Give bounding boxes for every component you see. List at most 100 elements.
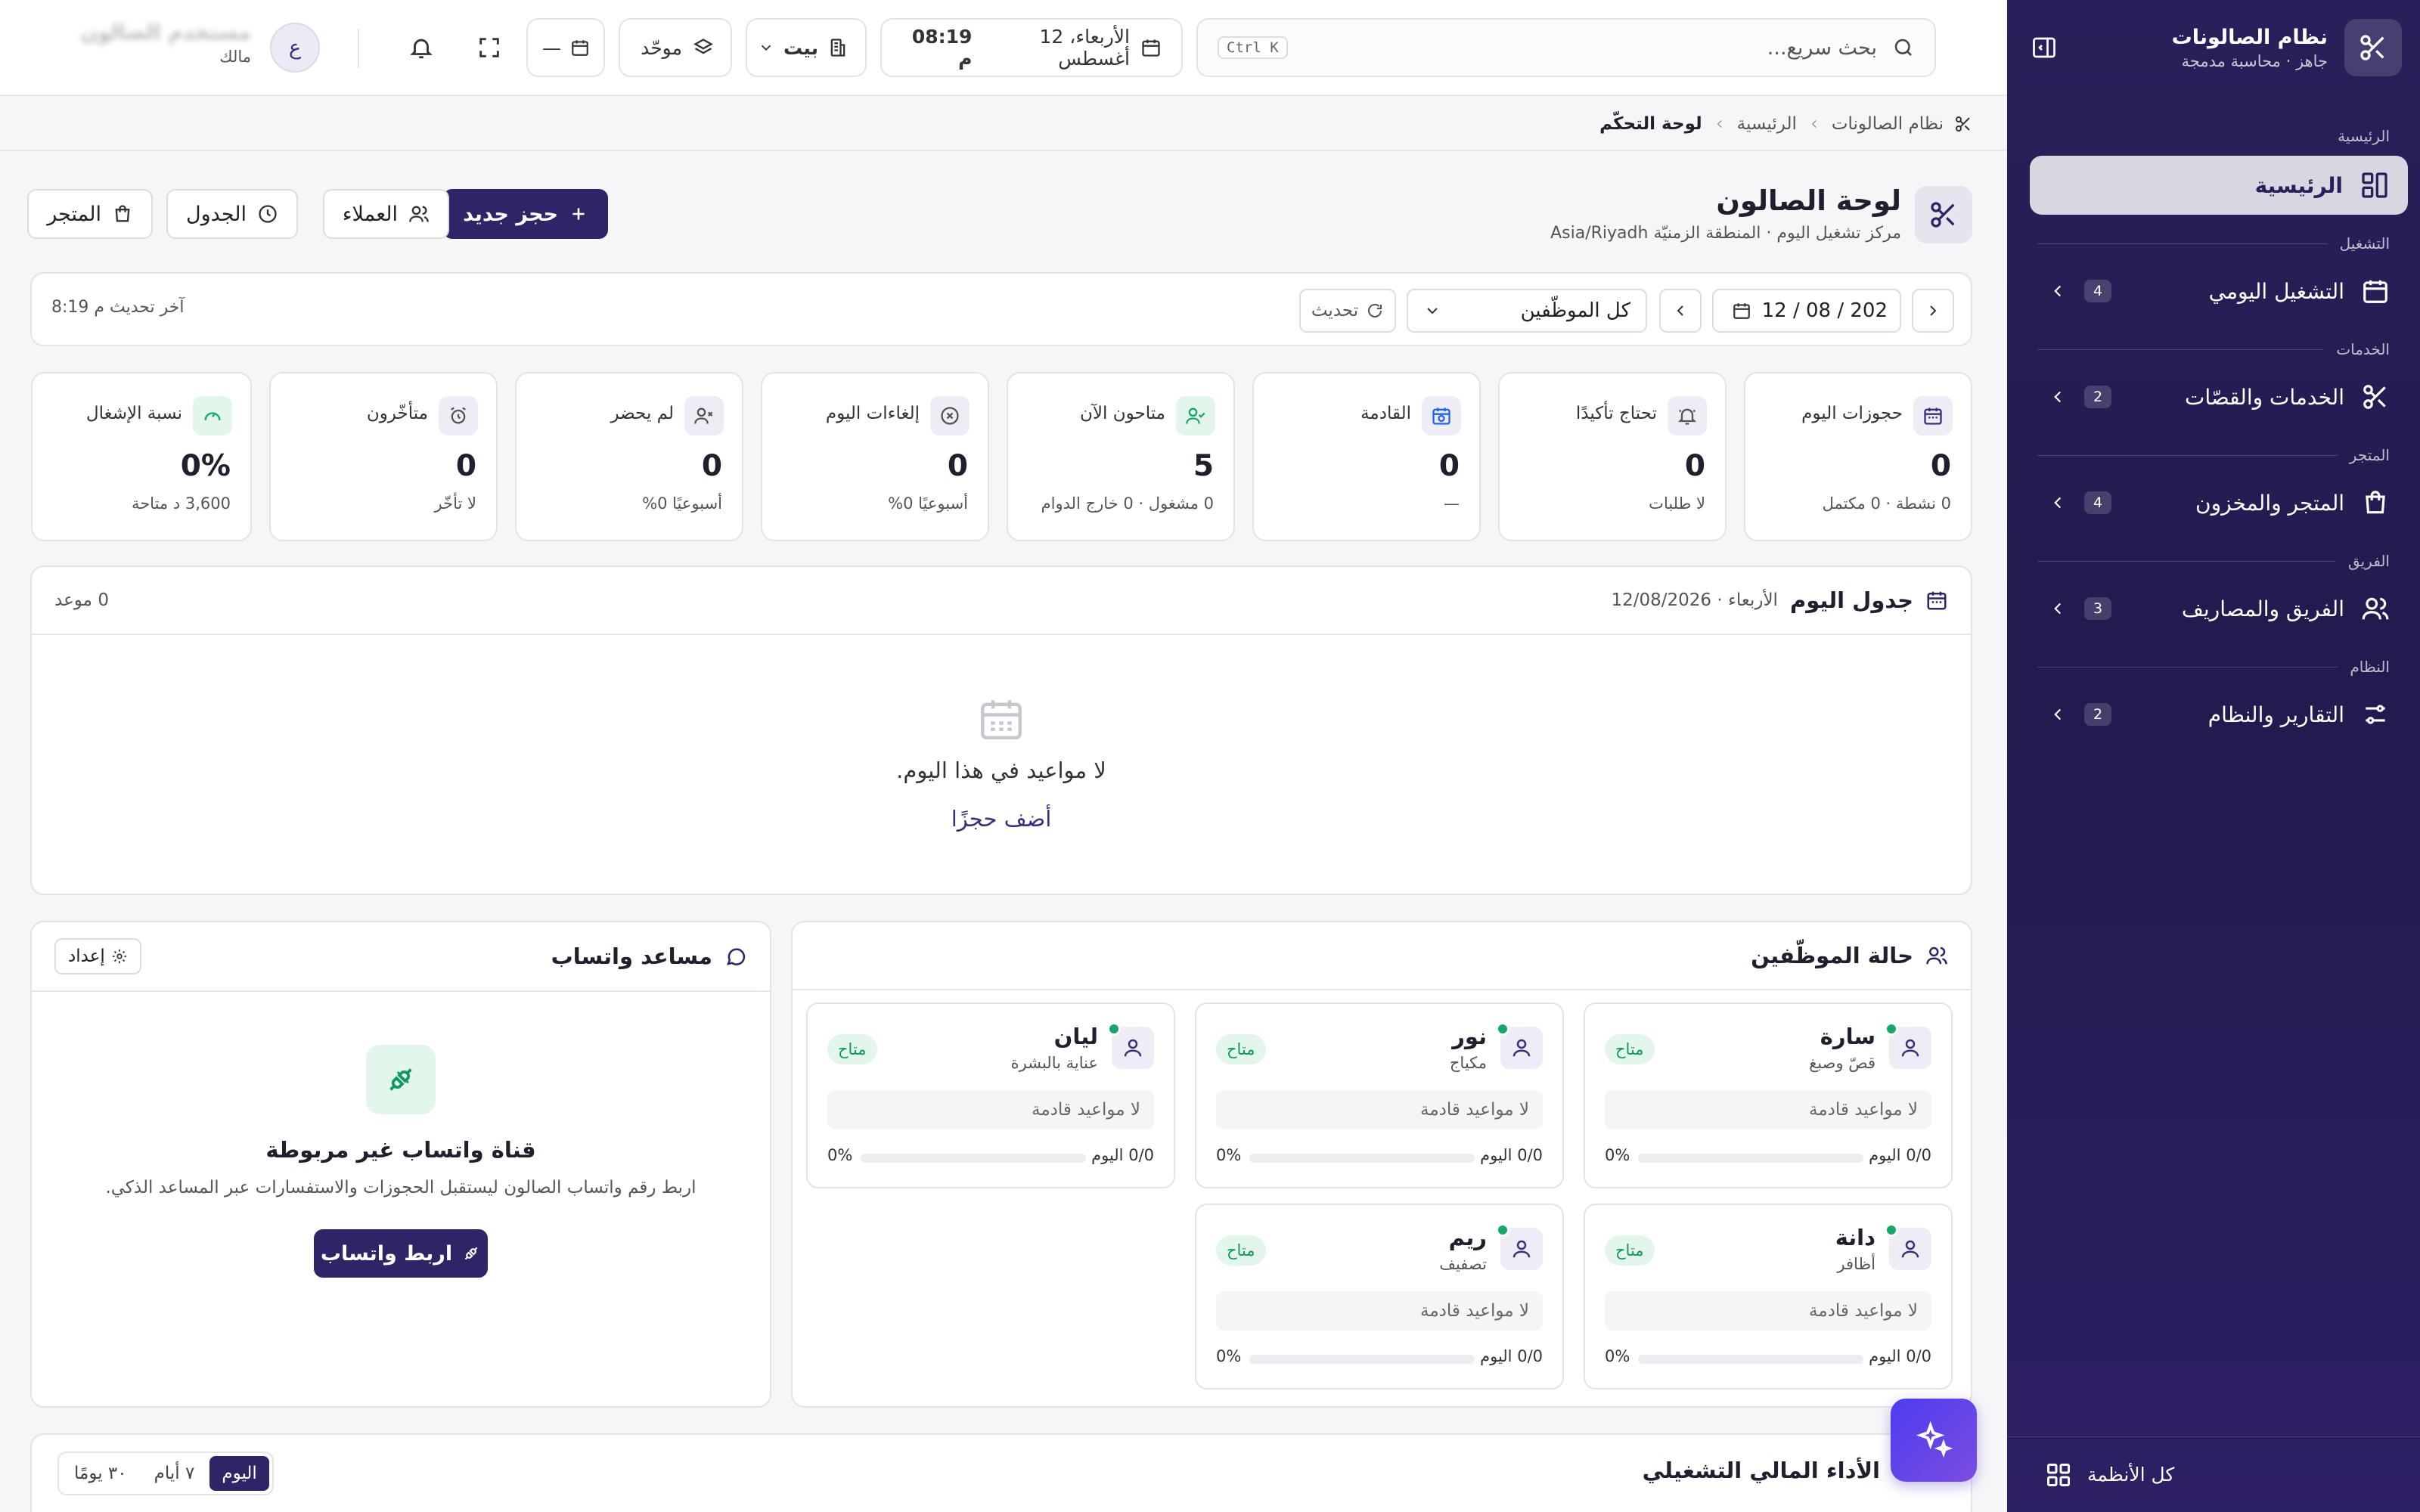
stat-card-cancellations[interactable]: إلغاءات اليوم 0 أسبوعيًا 0% — [761, 372, 989, 541]
staff-card[interactable]: سارة قصّ وصبغ متاح لا مواعيد قادمة 0/0 ا… — [1584, 1002, 1953, 1188]
sidebar-section-store: المتجر — [2349, 446, 2390, 464]
upcoming-appointments: لا مواعيد قادمة — [827, 1090, 1154, 1129]
whatsapp-setup-button[interactable]: إعداد — [54, 938, 141, 974]
stat-card-no-show[interactable]: لم يحضر 0 أسبوعيًا 0% — [515, 372, 743, 541]
staff-role: أظافر — [1837, 1255, 1876, 1273]
view-mode-label: موحّد — [641, 36, 682, 59]
previous-day-button[interactable] — [1912, 289, 1954, 333]
chevron-left-icon — [1671, 302, 1689, 320]
staff-status-panel: حالة الموظّفين سارة قصّ وصبغ متاح لا موا… — [791, 921, 1972, 1408]
avatar[interactable]: ع — [270, 23, 320, 73]
gauge-icon — [193, 396, 232, 435]
calendar-icon — [1140, 37, 1162, 58]
search-input[interactable]: بحث سريع... — [1303, 36, 1877, 60]
breadcrumb-item-home[interactable]: الرئيسية — [1737, 114, 1797, 134]
sidebar-item-services[interactable]: الخدمات والقصّات 2 — [2030, 367, 2408, 426]
clients-button[interactable]: العملاء — [322, 189, 449, 239]
calendar-icon — [1732, 301, 1751, 321]
stat-card-available-now[interactable]: متاحون الآن 5 0 مشغول · 0 خارج الدوام — [1007, 372, 1235, 541]
sparkles-icon — [1914, 1421, 1953, 1460]
status-badge: متاح — [1605, 1235, 1655, 1266]
stat-label: حجوزات اليوم — [1801, 404, 1903, 423]
appointments-count: 0/0 اليوم — [1480, 1146, 1543, 1164]
next-day-button[interactable] — [1659, 289, 1702, 333]
stat-card-late[interactable]: متأخّرون 0 لا تأخّر — [269, 372, 498, 541]
tab-7-days[interactable]: ٧ أيام — [142, 1456, 207, 1491]
calendar-picker[interactable]: — — [526, 18, 605, 77]
fullscreen-button[interactable] — [464, 23, 514, 73]
empty-state-text: لا مواعيد في هذا اليوم. — [896, 758, 1106, 783]
bell-icon — [408, 35, 434, 60]
staff-card[interactable]: ريم تصفيف متاح لا مواعيد قادمة 0/0 اليوم… — [1195, 1204, 1564, 1390]
stat-card-today-bookings[interactable]: حجوزات اليوم 0 0 نشطة · 0 مكتمل — [1744, 372, 1972, 541]
branch-label: بيت — [783, 36, 818, 59]
sidebar-section-system: النظام — [2350, 658, 2390, 676]
staff-card[interactable]: نور مكياج متاح لا مواعيد قادمة 0/0 اليوم… — [1195, 1002, 1564, 1188]
financial-performance-title: الأداء المالي التشغيلي — [1642, 1458, 1880, 1483]
stat-card-upcoming[interactable]: القادمة 0 — — [1252, 372, 1481, 541]
status-badge: متاح — [1216, 1235, 1266, 1266]
tab-today[interactable]: اليوم — [209, 1456, 269, 1491]
user-info[interactable]: مستخدم الصالون مالك — [80, 21, 251, 66]
all-systems-link[interactable]: كل الأنظمة — [2007, 1436, 2420, 1512]
schedule-label: الجدول — [186, 202, 247, 226]
staff-filter-select[interactable]: كل الموظّفين — [1407, 289, 1647, 333]
sidebar-item-store[interactable]: المتجر والمخزون 4 — [2030, 473, 2408, 532]
stat-value: 0 — [947, 449, 968, 483]
today-schedule-panel: جدول اليوم الأربعاء · 12/08/2026 0 موعد … — [30, 565, 1972, 895]
staff-card[interactable]: دانة أظافر متاح لا مواعيد قادمة 0/0 اليو… — [1584, 1204, 1953, 1390]
filter-bar: 12 / 08 / 202 كل الموظّفين تحديث آخر تحد… — [30, 272, 1972, 346]
chevron-down-icon — [758, 39, 774, 56]
search-box[interactable]: بحث سريع... Ctrl K — [1196, 18, 1936, 77]
schedule-count: 0 موعد — [54, 590, 109, 610]
branch-selector[interactable]: بيت — [746, 18, 867, 77]
new-booking-button[interactable]: حجز جديد — [443, 189, 608, 239]
add-booking-link[interactable]: أضف حجزًا — [32, 806, 1971, 832]
upcoming-appointments: لا مواعيد قادمة — [1605, 1090, 1931, 1129]
user-check-icon — [1176, 396, 1215, 435]
stat-label: لم يحضر — [610, 404, 674, 423]
stat-card-occupancy[interactable]: نسبة الإشغال 0% 3,600 د متاحة — [31, 372, 252, 541]
stat-label: متاحون الآن — [1080, 404, 1165, 423]
staff-role: قصّ وصبغ — [1809, 1054, 1876, 1072]
stat-label: تحتاج تأكيدًا — [1575, 404, 1657, 423]
schedule-title: جدول اليوم — [1789, 587, 1913, 613]
last-update-label: آخر تحديث م 8:19 — [51, 298, 185, 317]
online-indicator — [1496, 1022, 1509, 1036]
tab-30-days[interactable]: ٣٠ يومًا — [62, 1456, 139, 1491]
breadcrumb-item-root[interactable]: نظام الصالونات — [1832, 114, 1944, 134]
staff-role: مكياج — [1449, 1054, 1487, 1072]
store-label: المتجر — [47, 202, 101, 226]
schedule-button[interactable]: الجدول — [166, 189, 298, 239]
stat-value: 0 — [455, 449, 476, 483]
store-button[interactable]: المتجر — [27, 189, 153, 239]
sidebar-item-label: التشغيل اليومي — [2208, 278, 2344, 304]
view-mode-toggle[interactable]: موحّد — [619, 18, 732, 77]
staff-card[interactable]: ليان عناية بالبشرة متاح لا مواعيد قادمة … — [806, 1002, 1175, 1188]
refresh-button[interactable]: تحديث — [1299, 289, 1396, 333]
staff-name: ليان — [1053, 1024, 1098, 1049]
stat-card-needs-confirmation[interactable]: تحتاج تأكيدًا 0 لا طلبات — [1498, 372, 1727, 541]
sidebar-collapse-icon[interactable] — [2025, 29, 2063, 67]
whatsapp-title: مساعد واتساب — [551, 943, 712, 969]
sidebar-item-daily-ops[interactable]: التشغيل اليومي 4 — [2030, 262, 2408, 321]
scissors-logo-icon — [2344, 19, 2402, 76]
stat-subtext: أسبوعيًا 0% — [888, 494, 968, 513]
connect-whatsapp-button[interactable]: اربط واتساب — [314, 1229, 488, 1278]
stat-value: 0% — [180, 449, 231, 483]
sidebar-item-home[interactable]: الرئيسية — [2030, 156, 2408, 215]
chat-bubble-icon — [724, 945, 747, 968]
chevron-left-icon — [1713, 117, 1727, 131]
sidebar-item-label: التقارير والنظام — [2207, 702, 2344, 727]
notifications-button[interactable] — [396, 23, 446, 73]
users-icon — [2361, 594, 2390, 623]
date-input[interactable]: 12 / 08 / 202 — [1712, 289, 1901, 333]
calendar-icon — [570, 38, 590, 57]
stat-label: متأخّرون — [366, 404, 428, 423]
page-title: لوحة الصالون — [1716, 184, 1901, 217]
staff-percentage: 0% — [1216, 1146, 1242, 1164]
sidebar-item-reports[interactable]: التقارير والنظام 2 — [2030, 685, 2408, 744]
ai-assistant-button[interactable] — [1891, 1399, 1977, 1482]
stat-value: 5 — [1193, 449, 1214, 483]
sidebar-item-team[interactable]: الفريق والمصاريف 3 — [2030, 579, 2408, 638]
